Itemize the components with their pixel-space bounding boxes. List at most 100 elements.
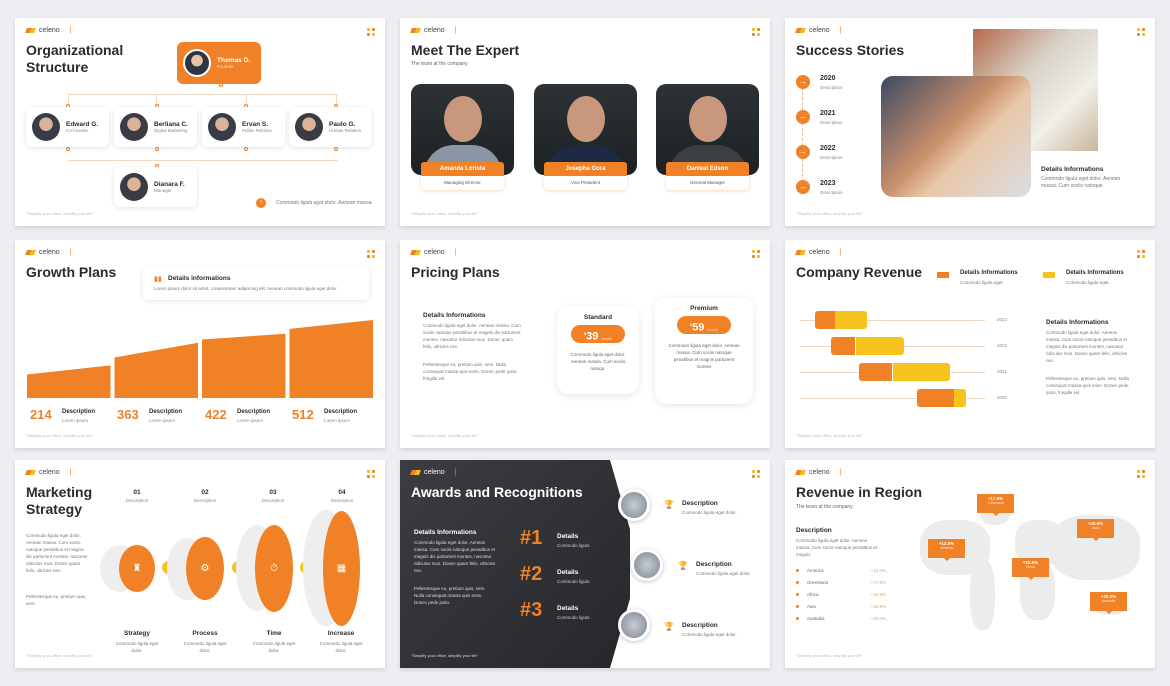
revenue-bar-yellow	[953, 389, 967, 407]
brand-logo: celeno |	[795, 469, 841, 476]
avatar	[208, 113, 236, 141]
photo-team-hands	[881, 76, 1031, 197]
map-pin-greenland[interactable]: +17.6% Greenland	[977, 494, 1014, 516]
grid-dots-icon	[1137, 470, 1145, 478]
legend-swatch	[1043, 272, 1055, 278]
org-card-member[interactable]: Edward G. Co-founder	[26, 107, 109, 147]
award-rank: #1	[520, 527, 543, 549]
details-title: Details Informations	[1046, 319, 1109, 326]
legend-label: Details Informations	[960, 270, 1018, 276]
logo-mark-icon	[795, 28, 806, 33]
revenue-bar-orange	[916, 389, 954, 407]
slide-pricing-plans[interactable]: celeno | Pricing Plans Details Informatio…	[400, 240, 770, 448]
logo-mark-icon	[410, 28, 421, 33]
revenue-bar-orange	[814, 311, 836, 329]
slide-title: Marketing Strategy	[26, 484, 93, 517]
revenue-bar-orange	[831, 337, 856, 355]
slide-marketing-strategy[interactable]: celeno | Marketing Strategy Commodo ligula…	[15, 460, 385, 668]
org-card-member[interactable]: Dianara F. Manager	[114, 167, 197, 207]
map-pin-america[interactable]: +12.0% America	[928, 539, 965, 561]
slide-title: Company Revenue	[796, 264, 923, 280]
revenue-bar-yellow	[835, 311, 867, 329]
footer-tagline: "Simplify your office, simplify your lif…	[411, 433, 479, 438]
org-card-member[interactable]: Ervan S. Public Relation	[202, 107, 285, 147]
avatar	[183, 49, 211, 77]
award-photo	[618, 489, 650, 521]
slide-revenue-region[interactable]: celeno | Revenue in Region The team at th…	[785, 460, 1155, 668]
footer-tagline: "Simplify your office, simplify your lif…	[796, 653, 864, 658]
grid-dots-icon	[1137, 250, 1145, 258]
org-note: Commodo ligula eget dolor. Aenean massa.	[276, 200, 373, 206]
brand-name: celeno	[39, 27, 60, 34]
footer-tagline: "Simplify your office, simplify your lif…	[26, 433, 94, 438]
timeline-year: 2020	[820, 75, 836, 82]
year-label: 2023	[997, 317, 1008, 322]
growth-value: 363	[117, 407, 139, 422]
footer-tagline: "Simplify your office, simplify your lif…	[26, 211, 94, 216]
region-row: Australia +30.0%	[796, 616, 886, 621]
avatar	[32, 113, 60, 141]
slide-subtitle: The team at the company	[411, 61, 468, 67]
stopwatch-icon: ⏱	[255, 525, 293, 612]
grid-dots-icon	[752, 28, 760, 36]
arrow-right-icon: →	[796, 145, 810, 159]
revenue-chart: 2023 2022 2021 2020	[800, 305, 1010, 415]
brand-logo: celeno |	[410, 249, 456, 256]
price-badge: $59 /month	[677, 316, 731, 334]
grid-dots-icon	[367, 470, 375, 478]
timeline-year: 2022	[820, 145, 836, 152]
slide-success-stories[interactable]: celeno | Success Stories → 2020 Descripti…	[785, 18, 1155, 226]
expert-role: Managing Director	[421, 176, 504, 190]
growth-bar	[27, 365, 111, 398]
avatar	[120, 113, 148, 141]
region-row: Asia +25.9%	[796, 604, 886, 609]
year-label: 2021	[997, 369, 1008, 374]
footer-tagline: "Simplify your office, simplify your lif…	[796, 211, 864, 216]
timeline-year: 2023	[820, 180, 836, 187]
logo-mark-icon	[410, 470, 421, 475]
legend-label: Details Informations	[1066, 270, 1124, 276]
grid-dots-icon	[1137, 28, 1145, 36]
legend-swatch	[937, 272, 949, 278]
brand-logo: celeno |	[410, 469, 456, 476]
growth-bar	[114, 342, 198, 398]
logo-mark-icon	[795, 250, 806, 255]
info-icon: !	[256, 198, 266, 208]
revenue-bar-yellow	[855, 337, 904, 355]
slide-growth-plans[interactable]: celeno | Growth Plans ▮▮ Details informat…	[15, 240, 385, 448]
region-row: Africa +15.8%	[796, 592, 886, 597]
slide-company-revenue[interactable]: celeno | Company Revenue Details Informat…	[785, 240, 1155, 448]
avatar	[120, 173, 148, 201]
award-rank: #3	[520, 599, 543, 621]
arrow-right-icon: →	[796, 110, 810, 124]
slide-org-structure[interactable]: celeno | Organizational Structure Thomas D…	[15, 18, 385, 226]
map-pin-asia[interactable]: +25.9% Asia	[1077, 519, 1114, 541]
brand-logo: celeno |	[25, 27, 71, 34]
brand-logo: celeno |	[795, 27, 841, 34]
plan-card-standard[interactable]: Standard $39 /month Commodo ligula eget …	[557, 306, 639, 394]
expert-role: Vice President	[544, 176, 627, 190]
brand-logo: celeno |	[795, 249, 841, 256]
award-photo	[618, 609, 650, 641]
growth-chart	[27, 320, 373, 398]
gears-icon: ⚙	[186, 537, 224, 600]
chess-icon: ♜	[119, 545, 155, 592]
plan-card-premium[interactable]: Premium $59 /month Commodo ligula eget d…	[655, 297, 753, 404]
slide-meet-expert[interactable]: celeno | Meet The Expert The team at the …	[400, 18, 770, 226]
chart-icon: ▦	[323, 511, 360, 626]
award-photo	[631, 549, 663, 581]
revenue-bar-orange	[859, 363, 893, 381]
slide-awards[interactable]: celeno | Awards and Recognitions Details …	[400, 460, 770, 668]
slide-title: Organizational Structure	[26, 42, 124, 75]
org-card-founder[interactable]: Thomas D. Founder	[177, 42, 261, 84]
map-pin-australia[interactable]: +30.0% Australia	[1090, 592, 1127, 614]
region-row: Greenland +17.6%	[796, 580, 886, 585]
trophy-icon: 🏆	[664, 622, 674, 631]
org-card-member[interactable]: Paulo G. Human Relation	[289, 107, 372, 147]
map-pin-africa[interactable]: +15.8% Africa	[1012, 558, 1049, 580]
arrow-right-icon: →	[796, 180, 810, 194]
arrow-right-icon: →	[796, 75, 810, 89]
award-rank: #2	[520, 563, 543, 585]
timeline-year: 2021	[820, 110, 836, 117]
org-card-member[interactable]: Berliana C. Digital Marketing	[114, 107, 197, 147]
